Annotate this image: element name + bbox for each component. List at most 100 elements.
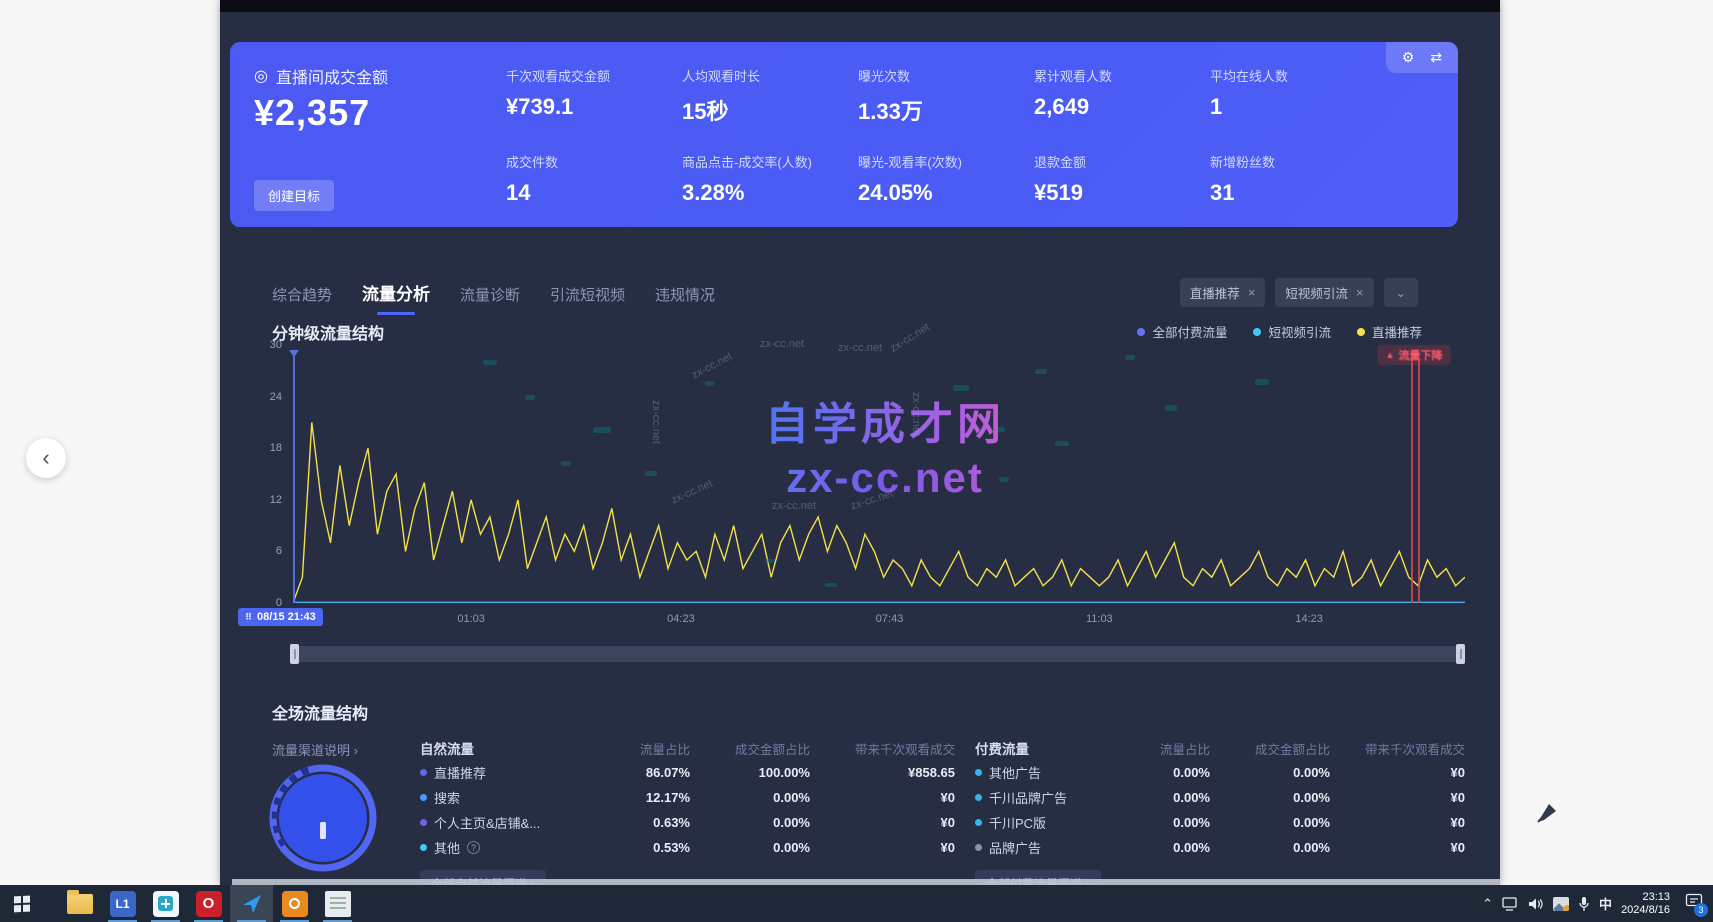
- pen-cursor-icon: [1534, 800, 1560, 831]
- tab-violations[interactable]: 违规情况: [655, 284, 715, 315]
- table-row: 其他广告 0.00% 0.00% ¥0: [975, 760, 1465, 785]
- notification-button[interactable]: 3: [1685, 893, 1703, 914]
- channel-dot: [420, 819, 427, 826]
- y-axis-tick: 18: [270, 442, 282, 454]
- system-tray: ⌃ 中 23:13 2024/8/16 3: [1482, 885, 1713, 922]
- tab-traffic-analysis[interactable]: 流量分析: [362, 280, 430, 315]
- table-row: 其他? 0.53% 0.00% ¥0: [420, 835, 955, 860]
- back-button[interactable]: ‹: [26, 438, 66, 478]
- tray-expand-button[interactable]: ⌃: [1482, 896, 1493, 912]
- main-metric-title: ◎ 直播间成交金额: [254, 64, 388, 88]
- metric-cell: 人均观看时长15秒: [682, 66, 858, 126]
- legend-item-live-recommend[interactable]: 直播推荐: [1357, 322, 1422, 341]
- filter-chips: 直播推荐 × 短视频引流 × ⌄: [1180, 278, 1418, 307]
- table-row: 直播推荐 86.07% 100.00% ¥858.65: [420, 760, 955, 785]
- gear-icon[interactable]: ⚙: [1402, 49, 1415, 66]
- channel-dot: [975, 794, 982, 801]
- warning-icon: ▲: [1386, 350, 1395, 360]
- tab-short-video[interactable]: 引流短视频: [550, 284, 625, 315]
- metric-cell: 曝光-观看率(次数)24.05%: [858, 152, 1034, 206]
- filter-chip-live-recommend[interactable]: 直播推荐 ×: [1180, 278, 1266, 307]
- traffic-drop-marker-line: [1411, 359, 1413, 603]
- taskbar-clock[interactable]: 23:13 2024/8/16: [1621, 891, 1670, 917]
- window-top-strip: [220, 0, 1500, 12]
- traffic-donut-chart: [264, 756, 382, 883]
- artifact: [561, 461, 571, 466]
- create-goal-button[interactable]: 创建目标: [254, 180, 334, 211]
- channel-dot: [420, 794, 427, 801]
- filter-dropdown[interactable]: ⌄: [1384, 278, 1418, 307]
- chevron-left-icon: ‹: [42, 445, 49, 471]
- marker-pin-icon: [289, 350, 299, 357]
- taskbar-app-notepad[interactable]: [316, 885, 359, 922]
- microphone-icon[interactable]: [1578, 896, 1590, 912]
- taskbar-app-l1[interactable]: L1: [101, 885, 144, 922]
- drag-handle-icon: ⠿: [245, 612, 252, 623]
- legend-item-short-video[interactable]: 短视频引流: [1253, 322, 1331, 341]
- channel-dot: [420, 844, 427, 851]
- taskbar-app-active[interactable]: [230, 885, 273, 922]
- x-axis-tick: 11:03: [1086, 613, 1113, 625]
- y-axis-tick: 30: [270, 339, 282, 351]
- paid-traffic-table: 付费流量 流量占比 成交金额占比 带来千次观看成交 其他广告 0.00% 0.0…: [975, 736, 1465, 885]
- orange-app-icon: [282, 891, 308, 917]
- artifact: [1055, 441, 1069, 446]
- taskbar-app-meeting[interactable]: [144, 885, 187, 922]
- time: 23:13: [1621, 891, 1670, 904]
- table-header: 付费流量 流量占比 成交金额占比 带来千次观看成交: [975, 736, 1465, 760]
- close-icon[interactable]: ×: [1248, 285, 1256, 300]
- artifact: [1035, 369, 1047, 374]
- section-title-traffic-structure: 全场流量结构: [272, 700, 368, 724]
- help-icon[interactable]: ?: [467, 841, 480, 854]
- channel-dot: [975, 844, 982, 851]
- windows-taskbar: L1 O ⌃ 中 23:13 2024/8/16 3: [0, 885, 1713, 922]
- swap-icon[interactable]: ⇄: [1430, 49, 1442, 66]
- legend-dot: [1253, 328, 1261, 336]
- tab-overall-trend[interactable]: 综合趋势: [272, 284, 332, 315]
- start-button[interactable]: [0, 885, 44, 922]
- artifact: [593, 427, 611, 433]
- blue-arrow-icon: [240, 892, 264, 916]
- metric-cell: 曝光次数1.33万: [858, 66, 1034, 126]
- chart-legend: 全部付费流量 短视频引流 直播推荐: [1137, 322, 1422, 341]
- range-handle-left[interactable]: [290, 644, 299, 664]
- artifact: [825, 583, 837, 587]
- metric-cell: 千次观看成交金额¥739.1: [506, 66, 682, 126]
- x-axis-start-label[interactable]: ⠿08/15 21:43: [238, 608, 323, 626]
- artifact: [483, 360, 497, 365]
- metric-cell: 累计观看人数2,649: [1034, 66, 1210, 126]
- network-icon[interactable]: [1502, 897, 1519, 911]
- table-row: 千川PC版 0.00% 0.00% ¥0: [975, 810, 1465, 835]
- screenshot-tool-icon[interactable]: [1553, 897, 1569, 911]
- chart-range-scrollbar[interactable]: [293, 646, 1465, 662]
- table-row: 千川品牌广告 0.00% 0.00% ¥0: [975, 785, 1465, 810]
- table-row: 个人主页&店铺&... 0.63% 0.00% ¥0: [420, 810, 955, 835]
- artifact: [645, 471, 657, 476]
- ime-indicator[interactable]: 中: [1599, 894, 1612, 913]
- speaker-icon[interactable]: [1528, 897, 1544, 911]
- taskbar-app-opera[interactable]: O: [187, 885, 230, 922]
- natural-traffic-table: 自然流量 流量占比 成交金额占比 带来千次观看成交 直播推荐 86.07% 10…: [420, 736, 955, 885]
- metric-cell: 商品点击-成交率(人数)3.28%: [682, 152, 858, 206]
- metrics-grid: 千次观看成交金额¥739.1 人均观看时长15秒 曝光次数1.33万 累计观看人…: [506, 66, 1386, 206]
- artifact: [1165, 405, 1177, 411]
- traffic-drop-alert-badge[interactable]: ▲ 流量下降: [1378, 345, 1451, 365]
- minute-traffic-chart[interactable]: ▲ 流量下降: [293, 345, 1465, 603]
- taskbar-app-explorer[interactable]: [58, 885, 101, 922]
- metrics-banner: ◎ 直播间成交金额 ¥2,357 创建目标 千次观看成交金额¥739.1 人均观…: [230, 42, 1458, 227]
- traffic-drop-marker-line: [1418, 359, 1420, 603]
- legend-item-paid[interactable]: 全部付费流量: [1137, 322, 1227, 341]
- range-handle-right[interactable]: [1456, 644, 1465, 664]
- tab-bar: 综合趋势 流量分析 流量诊断 引流短视频 违规情况: [272, 280, 715, 315]
- folder-icon: [67, 894, 93, 914]
- y-axis: 3024181260: [238, 345, 282, 603]
- close-icon[interactable]: ×: [1356, 285, 1364, 300]
- tab-traffic-diagnosis[interactable]: 流量诊断: [460, 284, 520, 315]
- l1-app-icon: L1: [110, 891, 136, 917]
- meeting-app-icon: [153, 891, 179, 917]
- metric-cell: 新增粉丝数31: [1210, 152, 1386, 206]
- opera-icon: O: [196, 891, 222, 917]
- taskbar-app-orange[interactable]: [273, 885, 316, 922]
- filter-chip-short-video[interactable]: 短视频引流 ×: [1275, 278, 1373, 307]
- legend-dot: [1137, 328, 1145, 336]
